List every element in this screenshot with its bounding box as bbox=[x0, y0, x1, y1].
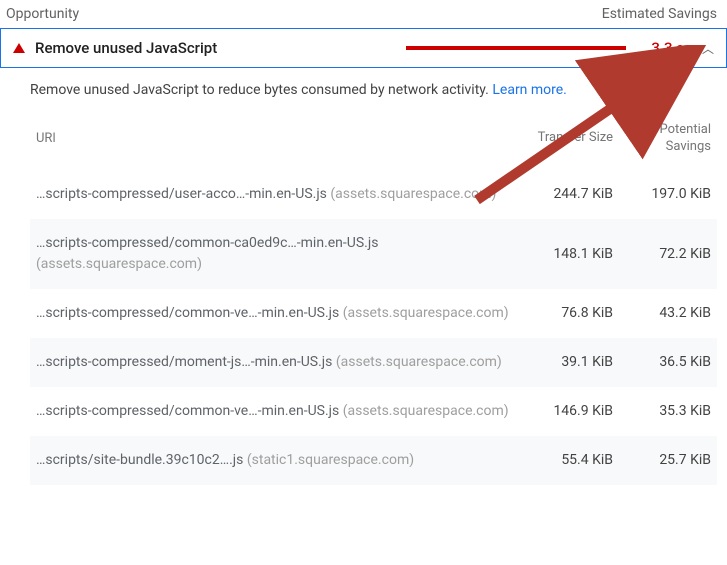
audit-summary-row[interactable]: Remove unused JavaScript 3.3 s ︿ bbox=[0, 28, 727, 68]
resource-url: …scripts-compressed/common-ve…-min.en-US… bbox=[36, 401, 515, 422]
transfer-size: 146.9 KiB bbox=[523, 403, 613, 419]
estimated-savings-label: Estimated Savings bbox=[602, 6, 717, 22]
resource-url: …scripts-compressed/common-ve…-min.en-US… bbox=[36, 303, 515, 324]
transfer-size: 76.8 KiB bbox=[523, 305, 613, 321]
col-transfer-size: Transfer Size bbox=[523, 130, 613, 147]
potential-savings: 36.5 KiB bbox=[621, 354, 711, 370]
potential-savings: 197.0 KiB bbox=[621, 186, 711, 202]
table-row[interactable]: …scripts/site-bundle.39c10c2….js (static… bbox=[30, 436, 717, 485]
transfer-size: 244.7 KiB bbox=[523, 186, 613, 202]
audit-description: Remove unused JavaScript to reduce bytes… bbox=[0, 68, 727, 114]
potential-savings: 25.7 KiB bbox=[621, 452, 711, 468]
transfer-size: 148.1 KiB bbox=[523, 246, 613, 262]
opportunity-label: Opportunity bbox=[6, 6, 79, 22]
col-url: URl bbox=[36, 131, 515, 146]
resources-table: URl Transfer Size Potential Savings …scr… bbox=[0, 114, 727, 485]
transfer-size: 39.1 KiB bbox=[523, 354, 613, 370]
table-body: …scripts-compressed/user-acco…-min.en-US… bbox=[30, 170, 717, 485]
table-row[interactable]: …scripts-compressed/common-ca0ed9c…-min.… bbox=[30, 219, 717, 289]
warning-triangle-icon bbox=[13, 43, 25, 53]
description-text: Remove unused JavaScript to reduce bytes… bbox=[30, 82, 492, 98]
resource-url: …scripts-compressed/moment-js…-min.en-US… bbox=[36, 352, 515, 373]
col-potential-savings: Potential Savings bbox=[621, 122, 711, 156]
table-header: URl Transfer Size Potential Savings bbox=[30, 114, 717, 170]
resource-url: …scripts/site-bundle.39c10c2….js (static… bbox=[36, 450, 515, 471]
potential-savings: 35.3 KiB bbox=[621, 403, 711, 419]
savings-bar-wrap bbox=[227, 46, 634, 50]
savings-value: 3.3 s bbox=[644, 39, 684, 57]
audit-title: Remove unused JavaScript bbox=[35, 39, 217, 57]
table-row[interactable]: …scripts-compressed/common-ve…-min.en-US… bbox=[30, 387, 717, 436]
table-row[interactable]: …scripts-compressed/common-ve…-min.en-US… bbox=[30, 289, 717, 338]
transfer-size: 55.4 KiB bbox=[523, 452, 613, 468]
table-row[interactable]: …scripts-compressed/moment-js…-min.en-US… bbox=[30, 338, 717, 387]
learn-more-link[interactable]: Learn more. bbox=[492, 82, 567, 98]
potential-savings: 43.2 KiB bbox=[621, 305, 711, 321]
resource-url: …scripts-compressed/user-acco…-min.en-US… bbox=[36, 184, 515, 205]
table-row[interactable]: …scripts-compressed/user-acco…-min.en-US… bbox=[30, 170, 717, 219]
resource-url: …scripts-compressed/common-ca0ed9c…-min.… bbox=[36, 233, 515, 275]
opportunity-header: Opportunity Estimated Savings bbox=[0, 0, 727, 28]
savings-bar bbox=[406, 46, 626, 50]
chevron-up-icon[interactable]: ︿ bbox=[702, 40, 714, 57]
potential-savings: 72.2 KiB bbox=[621, 246, 711, 262]
